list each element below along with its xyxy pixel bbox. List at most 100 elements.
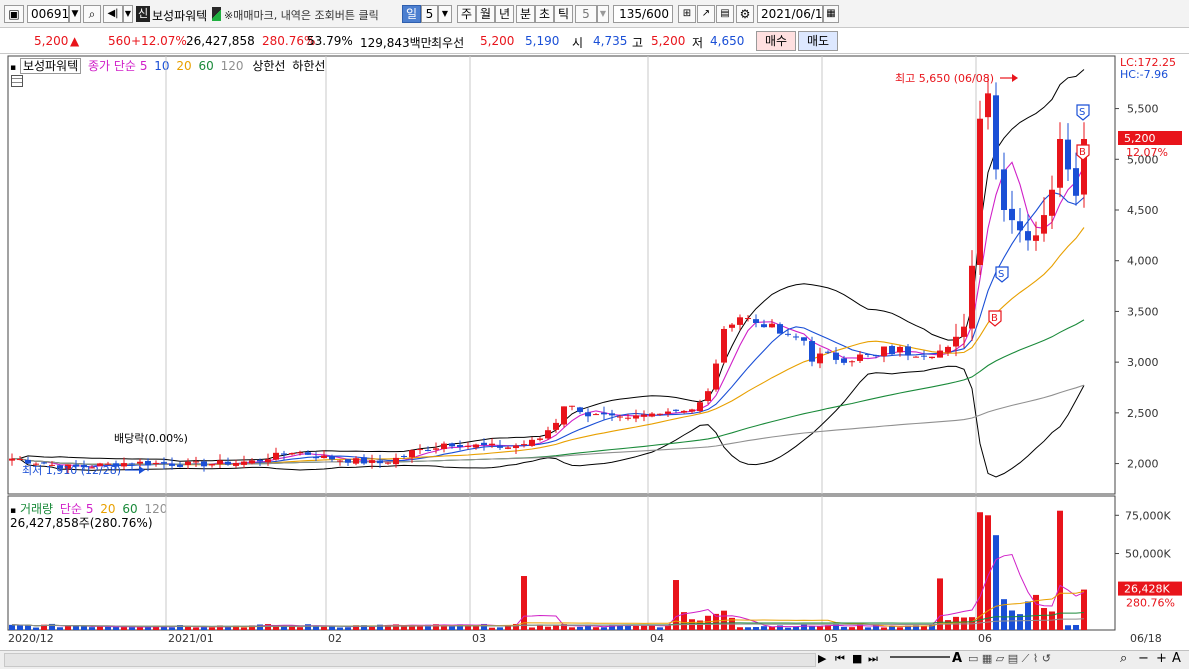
sound-dropdown-icon[interactable]: ▼	[123, 5, 133, 23]
volume-bar	[305, 624, 311, 630]
candle-body	[1065, 139, 1071, 170]
candle-body	[497, 445, 503, 448]
date-input[interactable]: 2021/06/18	[757, 5, 830, 23]
save-icon[interactable]: ▤	[716, 5, 734, 23]
tab-minute[interactable]: 분	[516, 5, 535, 23]
volume-bar	[753, 627, 759, 630]
volume-bar	[81, 626, 87, 630]
sell-button[interactable]: 매도	[798, 31, 838, 51]
candle-body	[177, 464, 183, 467]
candle-body	[1001, 169, 1007, 210]
stock-name[interactable]: 보성파워텍	[152, 7, 207, 24]
current-volume-tag-text: 26,428K	[1124, 583, 1170, 596]
candle-body	[209, 463, 215, 466]
candle-body	[953, 336, 959, 347]
tab-month[interactable]: 월	[476, 5, 495, 23]
volume-bar	[705, 615, 711, 630]
tab-year[interactable]: 년	[495, 5, 514, 23]
candle-body	[841, 358, 847, 363]
sell-signal-icon-letter: S	[998, 269, 1004, 280]
candle-body	[745, 318, 751, 320]
price-axis-label: 4,000	[1127, 255, 1159, 268]
volume-bar	[601, 627, 607, 630]
data-count-input[interactable]: 135/600	[613, 5, 673, 23]
candle-body	[161, 462, 167, 464]
candle-body	[265, 459, 271, 463]
minus-icon[interactable]: −	[1138, 651, 1149, 666]
font-a-icon[interactable]: A	[1172, 651, 1181, 666]
stock-code-input[interactable]: 006910	[27, 5, 77, 23]
candle-body	[553, 422, 559, 430]
date-axis-label: 2020/12	[8, 632, 54, 645]
candle-body	[761, 324, 767, 328]
price-axis-label: 3,000	[1127, 356, 1159, 369]
search-icon[interactable]: ⌕	[83, 5, 101, 23]
candle-body	[577, 407, 583, 413]
font-size-icon[interactable]: A	[952, 651, 962, 666]
day-count-dropdown-icon[interactable]: ▼	[438, 5, 452, 23]
volume-bar	[849, 627, 855, 630]
candle-body	[593, 414, 599, 416]
stop-button[interactable]: ■	[852, 652, 862, 665]
tab-week[interactable]: 주	[457, 5, 476, 23]
candle-body	[441, 443, 447, 450]
ma120-line	[11, 384, 1085, 465]
candle-body	[393, 457, 399, 465]
tick-value-select[interactable]: 5	[575, 5, 597, 23]
volume-bar	[737, 627, 743, 630]
candle-body	[289, 453, 295, 455]
current-pct-text: 12.07%	[1126, 146, 1168, 159]
volume-bar	[593, 627, 599, 630]
scroll-end-button[interactable]: ⏭	[868, 652, 878, 666]
sound-icon[interactable]: ◀|	[103, 5, 123, 23]
change-percent: +12.07%	[131, 34, 187, 48]
candle-body	[601, 412, 607, 415]
chart-scrollbar-track[interactable]	[4, 653, 816, 667]
candle-body	[905, 346, 911, 356]
window-menu-icon[interactable]: ▣	[4, 5, 24, 23]
candle-body	[881, 346, 887, 357]
candle-body	[793, 336, 799, 338]
best-quote-label: 최우선	[431, 36, 465, 50]
up-arrow-icon: ▲	[70, 34, 80, 48]
volume-axis-label: 75,000K	[1125, 509, 1171, 522]
high-price: 5,200	[651, 34, 686, 48]
open-price: 4,735	[593, 34, 628, 48]
candle-body	[185, 461, 191, 466]
candle-body	[369, 460, 375, 463]
calendar-icon[interactable]: ▦	[823, 5, 839, 23]
candle-body	[977, 118, 983, 266]
candle-body	[889, 346, 895, 355]
candle-body	[1009, 208, 1015, 221]
candle-body	[505, 447, 511, 449]
code-dropdown-icon[interactable]: ▼	[69, 5, 81, 23]
tool-icons[interactable]: ▭ ▦ ▱ ▤ ⟋ ⌇ ↺	[968, 652, 1051, 666]
candle-body	[153, 462, 159, 464]
volume-bar	[633, 625, 639, 630]
plus-icon[interactable]: +	[1156, 651, 1167, 666]
grid-settings-icon[interactable]: ⊞	[678, 5, 696, 23]
volume-bar	[881, 627, 887, 630]
tab-tick[interactable]: 틱	[554, 5, 573, 23]
scroll-right-button[interactable]: ▶	[818, 652, 826, 665]
day-count-select[interactable]: 5	[421, 5, 438, 23]
candle-body	[1033, 235, 1039, 241]
candle-body	[961, 326, 967, 337]
volume-bar	[105, 626, 111, 630]
candle-body	[329, 456, 335, 460]
scroll-start-button[interactable]: ⏮	[835, 652, 845, 666]
candle-body	[513, 445, 519, 449]
stock-chart[interactable]: 5,5005,0004,5004,0003,5003,0002,5002,000…	[6, 55, 1189, 651]
date-axis-label: 06	[978, 632, 992, 645]
gear-icon[interactable]: ⚙	[736, 5, 754, 23]
zoom-slider[interactable]	[890, 656, 950, 664]
zoom-out-icon[interactable]: ⌕	[1120, 651, 1127, 666]
tab-second[interactable]: 초	[535, 5, 554, 23]
volume-bar	[65, 625, 71, 630]
bottom-scroll-bar: ▶ ⏮ ■ ⏭ A ▭ ▦ ▱ ▤ ⟋ ⌇ ↺ ⌕ − + A	[0, 650, 1189, 669]
buy-button[interactable]: 매수	[756, 31, 796, 51]
tick-dropdown-icon[interactable]: ▼	[597, 5, 609, 23]
draw-tool-icon[interactable]: ↗	[697, 5, 715, 23]
tab-day[interactable]: 일	[402, 5, 421, 23]
volume-axis-label: 50,000K	[1125, 548, 1171, 561]
